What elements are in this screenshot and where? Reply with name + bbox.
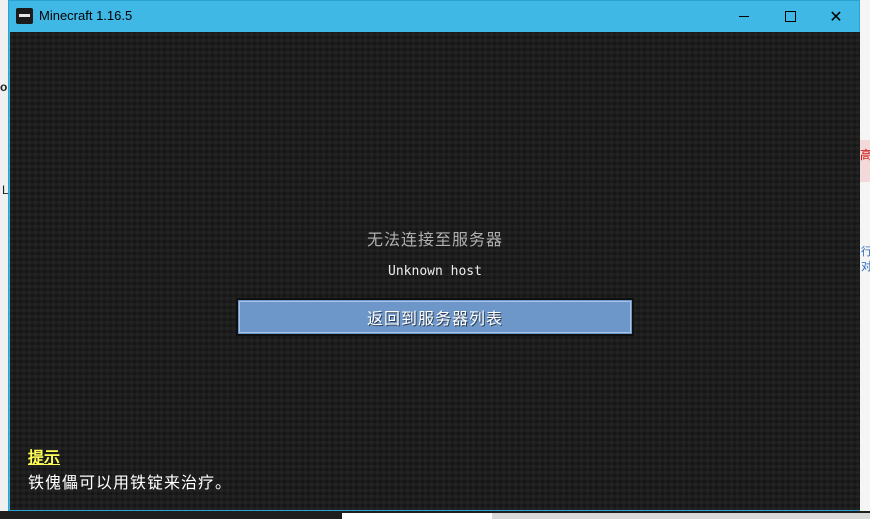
taskbar-segment <box>492 513 870 519</box>
minimize-icon <box>739 16 749 17</box>
background-link: 行 <box>861 245 870 258</box>
back-to-server-list-button[interactable]: 返回到服务器列表 <box>236 298 634 336</box>
background-app-right-edge: 高 行 对 <box>860 0 870 519</box>
game-screen: 无法连接至服务器 Unknown host 返回到服务器列表 提示 铁傀儡可以用… <box>10 32 860 510</box>
close-button[interactable]: ✕ <box>813 1 859 32</box>
title-bar[interactable]: Minecraft 1.16.5 ✕ <box>9 1 859 32</box>
minimize-button[interactable] <box>721 1 767 32</box>
window-title: Minecraft 1.16.5 <box>39 8 133 23</box>
maximize-icon <box>784 11 796 22</box>
maximize-button[interactable] <box>767 1 813 32</box>
taskbar-segment <box>342 513 492 519</box>
connection-error-title: 无法连接至服务器 <box>366 230 503 249</box>
background-text: o <box>0 80 8 94</box>
minecraft-window: Minecraft 1.16.5 ✕ 无法连接至服务器 Unknown host… <box>8 0 860 511</box>
minecraft-app-icon <box>16 8 33 24</box>
connection-error-detail: Unknown host <box>388 264 482 279</box>
tip-heading: 提示 <box>28 448 61 467</box>
taskbar-strip <box>0 511 870 519</box>
close-icon: ✕ <box>829 7 843 26</box>
background-alert-strip: 高 <box>860 140 870 182</box>
background-link: 对 <box>861 260 870 273</box>
tip-text: 铁傀儡可以用铁锭来治疗。 <box>28 473 233 492</box>
